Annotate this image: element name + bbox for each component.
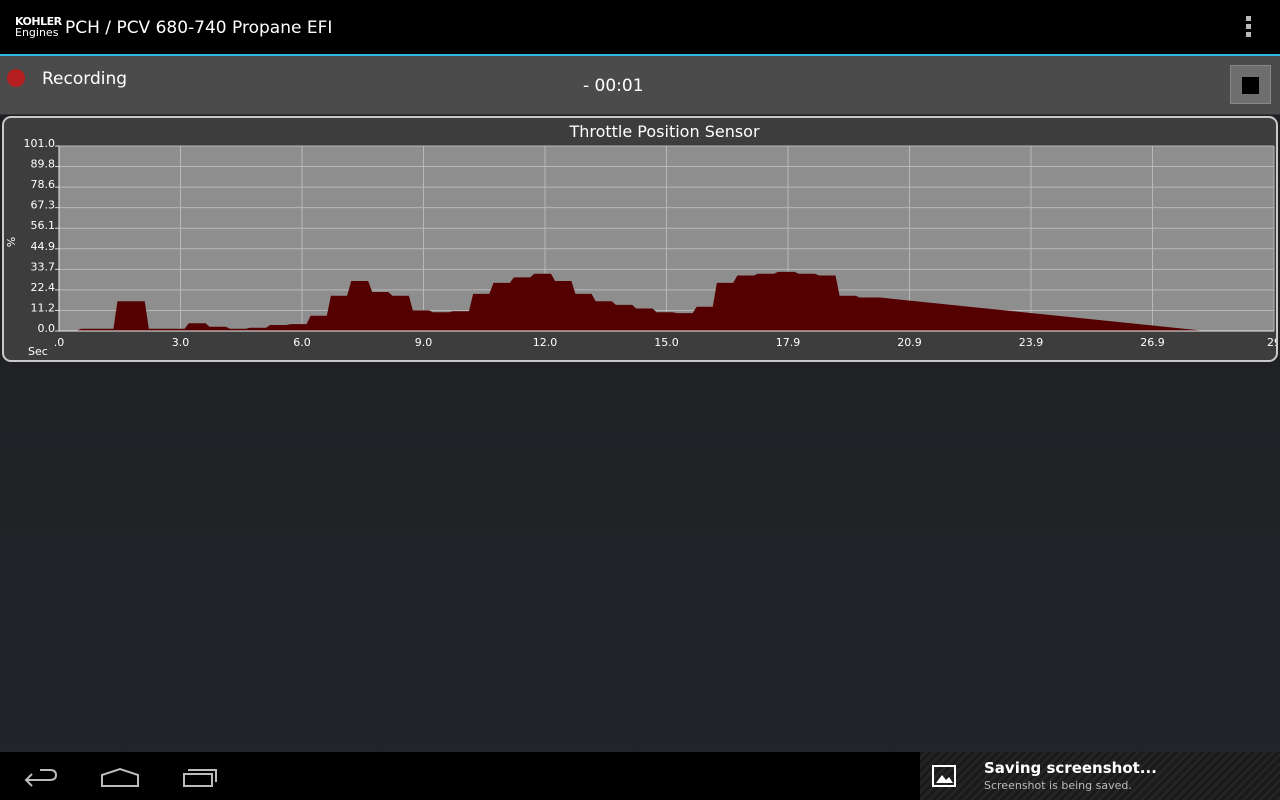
x-axis-label: Sec: [28, 345, 48, 358]
y-tick-label: 44.9: [31, 240, 56, 253]
image-icon: [932, 764, 956, 788]
x-tick-label: 29: [1267, 336, 1276, 349]
y-tick-label: 56.1: [31, 219, 56, 232]
notification-subtitle: Screenshot is being saved.: [984, 779, 1132, 792]
x-tick-label: .0: [54, 336, 65, 349]
recording-timer: - 00:01: [583, 76, 644, 96]
recording-bar: Recording - 00:01: [0, 56, 1280, 115]
y-tick-label: 67.3: [31, 199, 56, 212]
action-bar: KOHLER Engines PCH / PCV 680-740 Propane…: [0, 0, 1280, 56]
x-tick-label: 12.0: [533, 336, 558, 349]
y-axis-label: %: [5, 237, 18, 247]
y-tick-label: 78.6: [31, 178, 56, 191]
stop-button[interactable]: [1230, 65, 1271, 104]
kohler-logo: KOHLER Engines: [15, 15, 62, 39]
screenshot-notification[interactable]: Saving screenshot... Screenshot is being…: [920, 752, 1280, 800]
x-tick-label: 9.0: [415, 336, 433, 349]
back-icon[interactable]: [10, 760, 70, 794]
y-tick-label: 33.7: [31, 260, 56, 273]
recent-apps-icon[interactable]: [170, 760, 230, 794]
recording-indicator-icon: [7, 69, 25, 87]
notification-title: Saving screenshot...: [984, 759, 1157, 777]
y-tick-label: 11.2: [31, 301, 56, 314]
y-tick-label: 22.4: [31, 281, 56, 294]
y-tick-label: 0.0: [38, 322, 56, 335]
recording-label: Recording: [42, 69, 128, 89]
chart-panel: 101.0 89.8 78.6 67.3 56.1 44.9 33.7 22.4 11.2 0.0…: [2, 116, 1278, 362]
y-tick-label: 101.0: [24, 137, 56, 150]
x-tick-label: 20.9: [897, 336, 922, 349]
x-tick-label: 3.0: [172, 336, 190, 349]
stop-icon: [1242, 77, 1259, 94]
x-tick-label: 23.9: [1019, 336, 1044, 349]
chart-title: Throttle Position Sensor: [568, 122, 760, 141]
x-tick-label: 6.0: [293, 336, 311, 349]
y-tick-label: 89.8: [31, 158, 56, 171]
home-icon[interactable]: [90, 760, 150, 794]
overflow-menu-icon[interactable]: [1236, 12, 1260, 42]
x-tick-label: 26.9: [1140, 336, 1165, 349]
logo-subbrand: Engines: [15, 26, 59, 39]
throttle-chart: 101.0 89.8 78.6 67.3 56.1 44.9 33.7 22.4 11.2 0.0…: [5, 122, 1276, 358]
x-tick-label: 17.9: [776, 336, 801, 349]
x-tick-label: 15.0: [654, 336, 679, 349]
app-title: PCH / PCV 680-740 Propane EFI: [65, 18, 333, 38]
